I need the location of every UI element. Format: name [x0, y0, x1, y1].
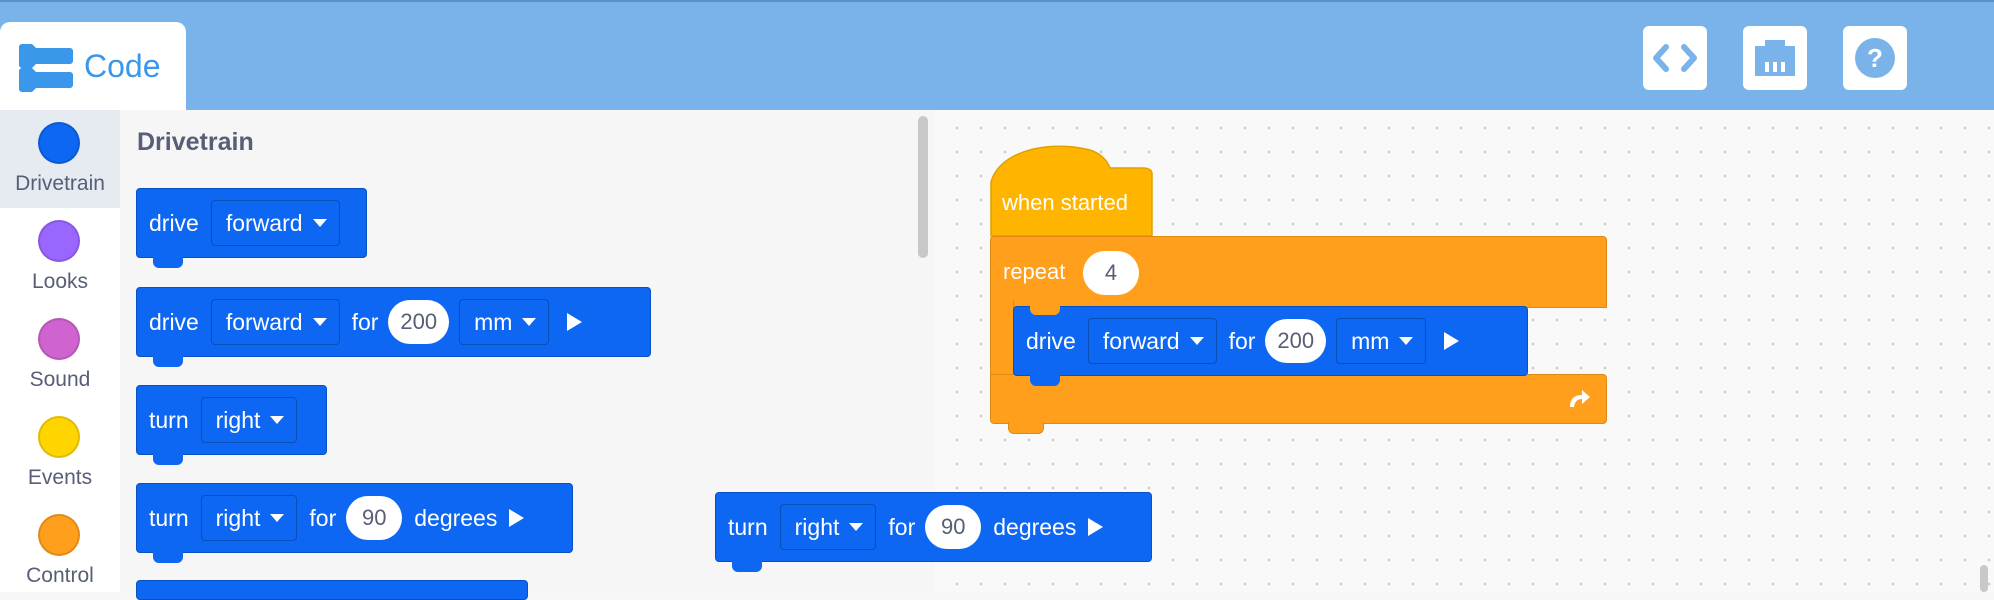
when-started-label-area: when started	[990, 186, 1154, 236]
repeat-bottom-nub	[1008, 422, 1044, 434]
caret-down-icon	[312, 318, 327, 326]
turn-direction-dropdown[interactable]: right	[200, 397, 298, 443]
help-button[interactable]: ?	[1843, 26, 1907, 90]
repeat-block[interactable]: repeat 4	[990, 236, 1607, 308]
sound-color-icon	[38, 318, 80, 360]
distance-input[interactable]: 200	[388, 300, 450, 344]
caret-down-icon	[312, 219, 327, 227]
palette-drive-block[interactable]: drive forward	[136, 188, 367, 268]
caret-down-icon	[522, 318, 537, 326]
block-verb: drive	[1026, 327, 1076, 354]
code-view-icon	[1653, 44, 1697, 72]
category-label: Drivetrain	[15, 172, 105, 195]
block-verb: drive	[149, 209, 199, 236]
run-block-icon[interactable]	[1088, 518, 1104, 536]
category-sound[interactable]: Sound	[0, 306, 120, 404]
block-unit-label: degrees	[414, 504, 498, 531]
direction-dropdown[interactable]: forward	[210, 299, 340, 345]
palette-turn-block[interactable]: turn right	[136, 385, 327, 465]
control-color-icon	[38, 514, 80, 556]
palette-section-title: Drivetrain	[137, 128, 254, 156]
block-verb: turn	[728, 513, 768, 540]
caret-down-icon	[1399, 337, 1414, 345]
block-for-label: for	[888, 513, 916, 540]
caret-down-icon	[270, 514, 285, 522]
palette-turn-for-block[interactable]: turn right for 90 degrees	[136, 483, 573, 563]
unit-dropdown[interactable]: mm	[1336, 318, 1427, 364]
workspace-scrollbar[interactable]	[1980, 565, 1988, 592]
repeat-block-arm	[990, 300, 1014, 380]
direction-dropdown[interactable]: forward	[210, 200, 340, 246]
repeat-count-input[interactable]: 4	[1083, 251, 1139, 295]
drivetrain-color-icon	[38, 122, 80, 164]
caret-down-icon	[849, 523, 864, 531]
direction-dropdown[interactable]: forward	[1087, 318, 1217, 364]
angle-input[interactable]: 90	[925, 505, 982, 549]
block-verb: turn	[149, 406, 189, 433]
caret-down-icon	[1189, 337, 1204, 345]
category-label: Sound	[29, 368, 91, 391]
turn-direction-dropdown[interactable]: right	[200, 495, 298, 541]
run-block-icon[interactable]	[567, 313, 583, 331]
caret-down-icon	[270, 416, 285, 424]
code-blocks-icon	[19, 44, 73, 92]
repeat-label: repeat	[1003, 259, 1066, 284]
unit-dropdown[interactable]: mm	[459, 299, 550, 345]
category-label: Looks	[31, 270, 89, 293]
category-label: Control	[26, 564, 94, 587]
looks-color-icon	[38, 220, 80, 262]
device-port-icon	[1755, 40, 1795, 76]
palette-block-partial[interactable]	[136, 580, 528, 600]
category-looks[interactable]: Looks	[0, 208, 120, 306]
dragged-turn-for-block[interactable]: turn right for 90 degrees	[715, 492, 1152, 572]
palette-drive-for-block[interactable]: drive forward for 200 mm	[136, 287, 651, 367]
repeat-block-footer	[990, 374, 1607, 424]
category-rail: Drivetrain Looks Sound Events Control	[0, 110, 120, 592]
code-tab[interactable]: Code	[0, 22, 186, 112]
distance-input[interactable]: 200	[1265, 319, 1327, 363]
category-label: Events	[27, 466, 93, 489]
code-tab-label: Code	[84, 48, 161, 84]
events-color-icon	[38, 416, 80, 458]
block-verb: drive	[149, 308, 199, 335]
category-control[interactable]: Control	[0, 502, 120, 600]
hat-label: when started	[1002, 190, 1128, 215]
category-events[interactable]: Events	[0, 404, 120, 502]
device-button[interactable]	[1743, 26, 1807, 90]
palette-scrollbar[interactable]	[918, 116, 928, 258]
top-toolbar: Code ?	[0, 0, 1994, 112]
run-block-icon[interactable]	[1444, 332, 1460, 350]
loop-arrow-icon	[1570, 390, 1590, 407]
angle-input[interactable]: 90	[346, 496, 403, 540]
svg-text:?: ?	[1867, 43, 1883, 73]
block-for-label: for	[309, 504, 337, 531]
run-block-icon[interactable]	[509, 509, 525, 527]
category-drivetrain[interactable]: Drivetrain	[0, 110, 120, 208]
block-for-label: for	[1228, 327, 1256, 354]
code-view-button[interactable]	[1643, 26, 1707, 90]
turn-direction-dropdown[interactable]: right	[779, 504, 877, 550]
block-verb: turn	[149, 504, 189, 531]
help-icon: ?	[1855, 38, 1895, 78]
block-unit-label: degrees	[993, 513, 1077, 540]
block-for-label: for	[351, 308, 379, 335]
workspace-drive-for-block[interactable]: drive forward for 200 mm	[1013, 306, 1528, 386]
